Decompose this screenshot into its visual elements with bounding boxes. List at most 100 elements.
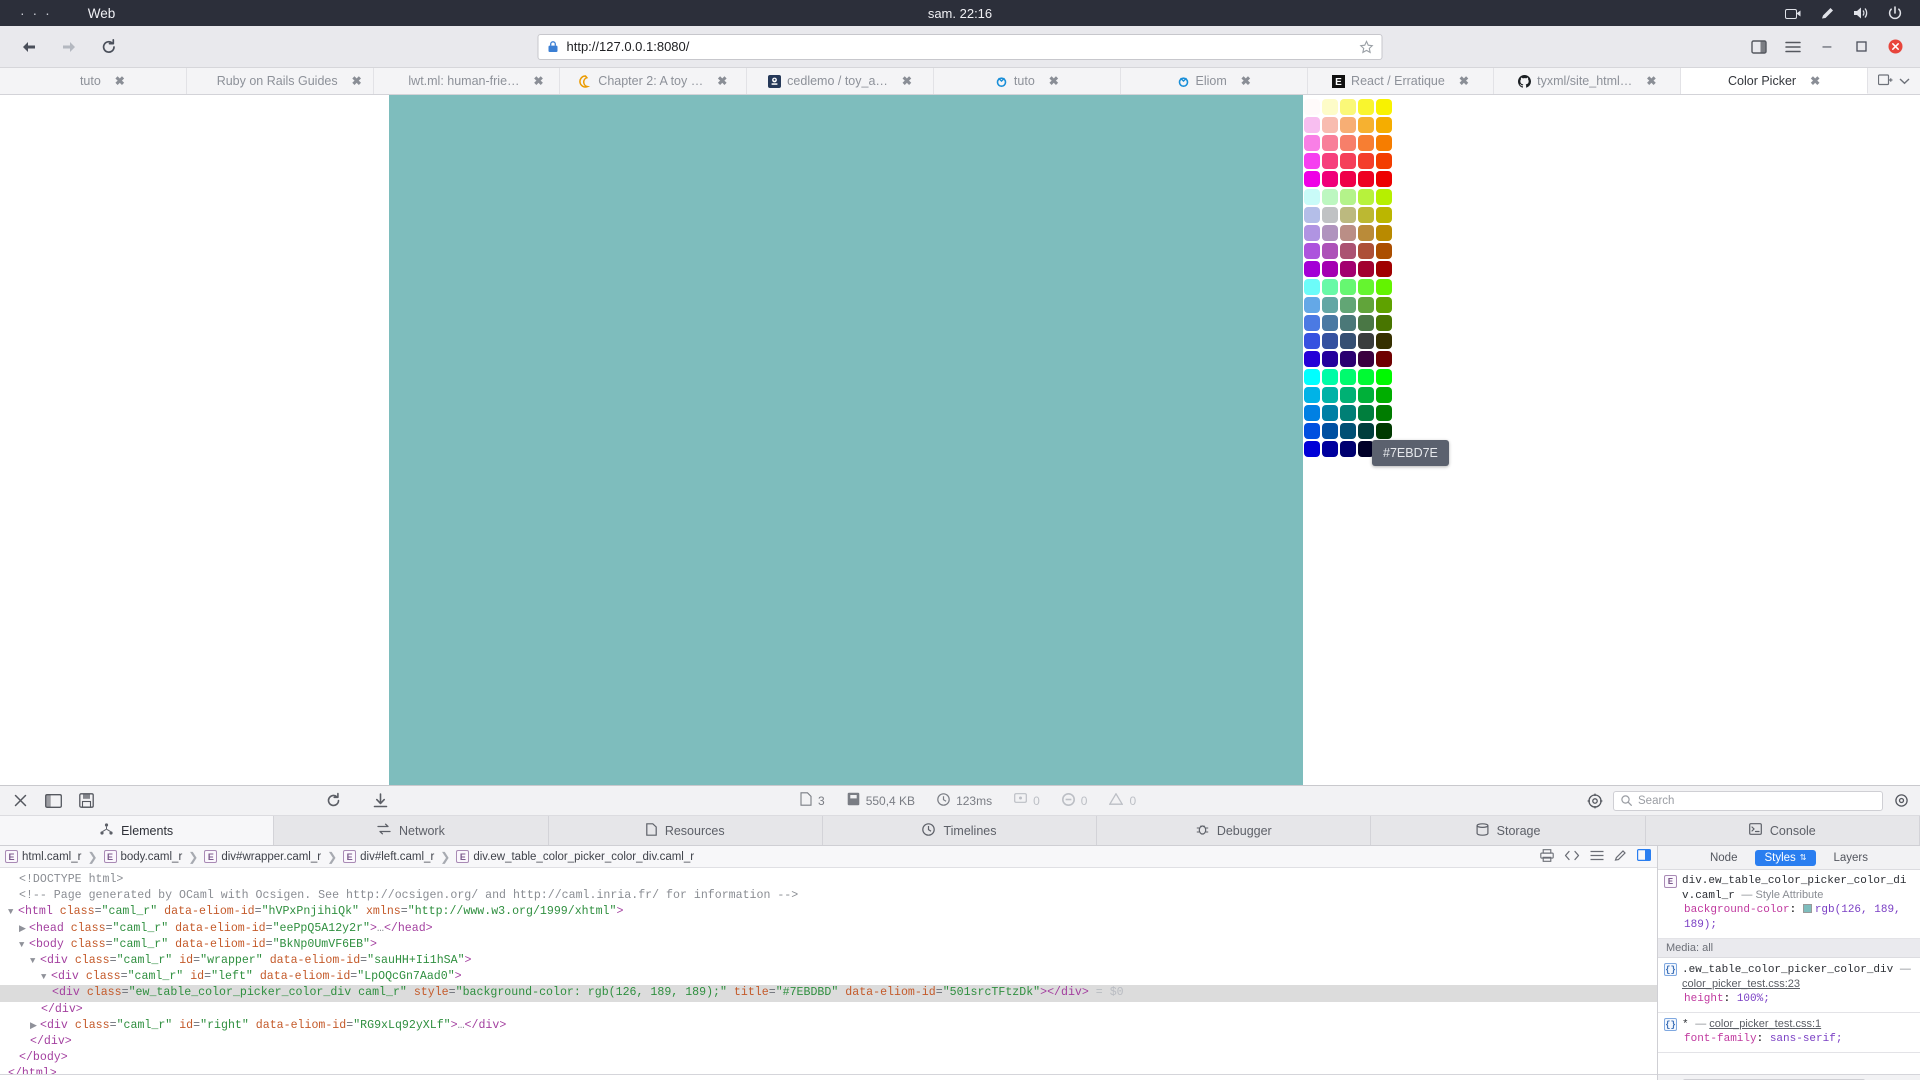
- split-view-icon[interactable]: [1637, 849, 1651, 864]
- dom-node[interactable]: </div>: [0, 1002, 1657, 1018]
- browser-tab[interactable]: tuto ✖: [0, 68, 187, 94]
- color-swatch[interactable]: [1304, 441, 1320, 457]
- tab-close-icon[interactable]: ✖: [717, 74, 727, 88]
- color-swatch[interactable]: [1304, 153, 1320, 169]
- dom-tree[interactable]: <!DOCTYPE html><!-- Page generated by OC…: [0, 868, 1657, 1074]
- color-swatch[interactable]: [1340, 189, 1356, 205]
- console-prompt-bar[interactable]: >: [0, 1074, 1657, 1080]
- close-icon[interactable]: [12, 792, 29, 809]
- css-rule[interactable]: {}.ew_table_color_picker_color_div — col…: [1658, 958, 1920, 1013]
- color-swatch[interactable]: [1304, 207, 1320, 223]
- color-swatch[interactable]: [1322, 441, 1338, 457]
- color-swatch[interactable]: [1376, 135, 1392, 151]
- color-swatch[interactable]: [1304, 225, 1320, 241]
- browser-tab[interactable]: Ruby on Rails Guides ✖: [187, 68, 374, 94]
- color-swatch[interactable]: [1322, 225, 1338, 241]
- color-swatch[interactable]: [1358, 261, 1374, 277]
- color-swatch[interactable]: [1304, 189, 1320, 205]
- window-maximize-button[interactable]: [1846, 33, 1876, 61]
- star-icon[interactable]: [1360, 40, 1374, 54]
- color-swatch[interactable]: [1340, 117, 1356, 133]
- new-tab-icon[interactable]: [1878, 73, 1893, 89]
- dom-node[interactable]: </html>: [0, 1066, 1657, 1074]
- color-swatch[interactable]: [1340, 297, 1356, 313]
- code-brackets-icon[interactable]: [1564, 850, 1580, 864]
- color-swatch[interactable]: [1358, 369, 1374, 385]
- color-swatch[interactable]: [1340, 99, 1356, 115]
- color-swatch[interactable]: [1304, 99, 1320, 115]
- color-swatch[interactable]: [1376, 189, 1392, 205]
- color-swatch[interactable]: [1322, 351, 1338, 367]
- titlebar-clock[interactable]: sam. 22:16: [0, 6, 1920, 21]
- color-swatch[interactable]: [1304, 369, 1320, 385]
- color-swatch[interactable]: [1376, 99, 1392, 115]
- color-swatch[interactable]: [1376, 171, 1392, 187]
- dom-node[interactable]: </body>: [0, 1050, 1657, 1066]
- devtools-tab-debugger[interactable]: Debugger: [1097, 816, 1371, 845]
- sidebar-tab-node[interactable]: Node: [1706, 850, 1742, 866]
- pencil-icon[interactable]: [1818, 4, 1836, 22]
- tab-close-icon[interactable]: ✖: [902, 74, 912, 88]
- color-swatch[interactable]: [1340, 387, 1356, 403]
- tab-close-icon[interactable]: ✖: [1459, 74, 1469, 88]
- css-declaration[interactable]: height: 100%;: [1664, 992, 1914, 1007]
- color-swatch[interactable]: [1340, 279, 1356, 295]
- color-swatch[interactable]: [1340, 207, 1356, 223]
- color-swatch[interactable]: [1304, 117, 1320, 133]
- color-swatch[interactable]: [1376, 207, 1392, 223]
- css-declaration[interactable]: font-family: sans-serif;: [1664, 1032, 1914, 1047]
- color-swatch[interactable]: [1304, 315, 1320, 331]
- chevron-down-icon[interactable]: [1899, 74, 1910, 88]
- color-swatch[interactable]: [1376, 243, 1392, 259]
- color-swatch[interactable]: [1304, 333, 1320, 349]
- reload-icon[interactable]: [325, 792, 342, 809]
- breadcrumb-item[interactable]: Ediv#wrapper.caml_r: [204, 850, 321, 863]
- color-swatch[interactable]: [1376, 153, 1392, 169]
- color-swatch[interactable]: [1340, 441, 1356, 457]
- dock-icon[interactable]: [45, 792, 62, 809]
- color-swatch[interactable]: [1358, 405, 1374, 421]
- dom-node[interactable]: </div>: [0, 1034, 1657, 1050]
- color-swatch[interactable]: [1340, 405, 1356, 421]
- print-icon[interactable]: [1540, 849, 1554, 865]
- color-swatch[interactable]: [1304, 261, 1320, 277]
- css-source-link[interactable]: color_picker_test.css:1: [1709, 1018, 1821, 1030]
- tab-close-icon[interactable]: ✖: [534, 74, 544, 88]
- color-swatch[interactable]: [1304, 279, 1320, 295]
- camera-icon[interactable]: [1784, 4, 1802, 22]
- color-swatch[interactable]: [1322, 171, 1338, 187]
- url-text[interactable]: http://127.0.0.1:8080/: [567, 39, 1353, 54]
- devtools-tab-timelines[interactable]: Timelines: [823, 816, 1097, 845]
- color-swatch[interactable]: [1358, 117, 1374, 133]
- color-swatch[interactable]: [1340, 135, 1356, 151]
- color-swatch[interactable]: [1358, 315, 1374, 331]
- color-swatch[interactable]: [1304, 171, 1320, 187]
- color-swatch[interactable]: [1340, 261, 1356, 277]
- css-rule[interactable]: {}* — color_picker_test.css:1font-family…: [1658, 1013, 1920, 1053]
- tab-close-icon[interactable]: ✖: [115, 74, 125, 88]
- color-preview-panel[interactable]: [389, 95, 1303, 785]
- color-swatch[interactable]: [1376, 279, 1392, 295]
- color-swatch[interactable]: [1376, 117, 1392, 133]
- dom-node[interactable]: ▼<div class="caml_r" id="left" data-elio…: [0, 969, 1657, 985]
- volume-icon[interactable]: [1852, 4, 1870, 22]
- color-swatch[interactable]: [1304, 135, 1320, 151]
- tab-close-icon[interactable]: ✖: [1646, 74, 1656, 88]
- color-swatch[interactable]: [1358, 207, 1374, 223]
- color-swatch[interactable]: [1376, 387, 1392, 403]
- color-swatch[interactable]: [1322, 189, 1338, 205]
- browser-tab[interactable]: Eliom ✖: [1121, 68, 1308, 94]
- browser-tab[interactable]: E React / Erratique ✖: [1308, 68, 1495, 94]
- color-swatch[interactable]: [1322, 333, 1338, 349]
- color-swatch[interactable]: [1322, 369, 1338, 385]
- sidebar-tab-styles[interactable]: Styles⇅: [1755, 850, 1815, 866]
- color-swatch[interactable]: [1340, 243, 1356, 259]
- color-swatch[interactable]: [1358, 333, 1374, 349]
- import-icon[interactable]: [372, 792, 389, 809]
- color-swatch[interactable]: [1304, 243, 1320, 259]
- browser-tab-active[interactable]: Color Picker ✖: [1681, 68, 1868, 94]
- address-bar[interactable]: http://127.0.0.1:8080/: [538, 34, 1383, 60]
- dom-node[interactable]: ▶<div class="caml_r" id="right" data-eli…: [0, 1018, 1657, 1034]
- color-swatch[interactable]: [1322, 387, 1338, 403]
- color-swatch[interactable]: [1322, 99, 1338, 115]
